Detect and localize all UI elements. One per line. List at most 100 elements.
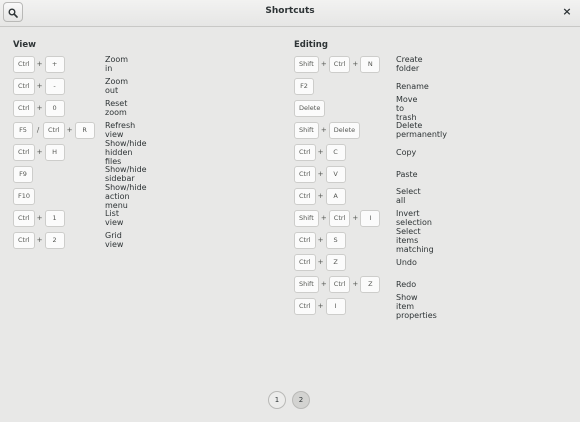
shortcut-keys: Ctrl + - <box>13 77 65 95</box>
shortcut-label: Create folder <box>396 55 423 73</box>
shortcut-row: Ctrl + C Copy <box>294 141 416 163</box>
key-separator: + <box>36 82 43 90</box>
shortcut-keys: Delete <box>294 99 326 117</box>
page-button[interactable]: 1 <box>268 391 286 409</box>
shortcut-label: Select items matching <box>396 226 434 254</box>
key-separator: + <box>320 214 327 222</box>
keycap: 1 <box>44 209 65 227</box>
key-separator: + <box>36 214 43 222</box>
key-separator: + <box>320 126 327 134</box>
shortcut-keys: F9 <box>13 165 33 183</box>
key-separator: + <box>317 236 324 244</box>
shortcut-keys: F2 <box>294 77 314 95</box>
keycap: - <box>44 77 65 95</box>
header-bar: Shortcuts × <box>0 0 580 27</box>
shortcut-keys: Ctrl + C <box>294 143 346 161</box>
keycap: Ctrl <box>294 143 316 161</box>
keycap: F9 <box>13 165 33 183</box>
keycap: Ctrl <box>294 253 316 271</box>
key-separator: + <box>36 60 43 68</box>
keycap: 0 <box>44 99 65 117</box>
shortcut-keys: Shift + Ctrl + N <box>294 55 381 73</box>
keycap: Ctrl <box>13 77 35 95</box>
shortcut-label: Paste <box>396 169 418 179</box>
keycap: Ctrl <box>294 231 316 249</box>
shortcut-keys: Ctrl + Z <box>294 253 346 271</box>
shortcut-keys: Ctrl +2 <box>13 231 65 249</box>
shortcut-keys: Ctrl + V <box>294 165 346 183</box>
key-separator: + <box>317 302 324 310</box>
key-separator: + <box>352 60 359 68</box>
shortcut-keys: Ctrl + A <box>294 187 346 205</box>
shortcut-row: Ctrl + A Select all <box>294 185 421 207</box>
shortcut-row: Ctrl +1 List view <box>13 207 123 229</box>
shortcut-row: Shift + Ctrl + N Create folder <box>294 53 423 75</box>
shortcuts-window: Shortcuts × View Ctrl + + Zoom in Ctrl + - Zoom… <box>0 0 580 422</box>
shortcut-keys: Ctrl +1 <box>13 209 65 227</box>
keycap: N <box>360 55 381 73</box>
shortcut-row: Ctrl + + Zoom in <box>13 53 128 75</box>
shortcut-row: Shift + Ctrl + Z Redo <box>294 273 416 295</box>
shortcut-row: Ctrl + H Show/hide hidden files <box>13 139 147 166</box>
shortcut-label: Show/hide sidebar <box>105 165 147 183</box>
shortcut-label: Reset zoom <box>105 99 128 117</box>
keycap: 2 <box>44 231 65 249</box>
close-button[interactable]: × <box>560 5 574 19</box>
key-separator: + <box>66 126 73 134</box>
keycap: Ctrl <box>13 231 35 249</box>
view-section: View Ctrl + + Zoom in Ctrl + - Zoom out Ctrl +0 Re… <box>13 39 147 251</box>
page-switcher: 12 <box>268 391 310 409</box>
keycap: Ctrl <box>13 99 35 117</box>
shortcut-keys: Ctrl + S <box>294 231 346 249</box>
shortcut-label: Show/hide action menu <box>105 182 147 210</box>
close-icon: × <box>562 5 572 18</box>
shortcut-label: Rename <box>396 81 429 91</box>
shortcut-row: F2 Rename <box>294 75 429 97</box>
shortcut-row: Shift + Delete Delete permanently <box>294 119 447 141</box>
keycap: Ctrl <box>328 55 351 73</box>
shortcut-label: Copy <box>396 147 417 157</box>
keycap: I <box>360 209 381 227</box>
keycap: Z <box>325 253 346 271</box>
key-separator: + <box>317 148 324 156</box>
shortcut-label: Select all <box>396 187 421 205</box>
shortcut-keys: Shift + Ctrl + I <box>294 209 381 227</box>
shortcut-row: Ctrl + I Show item properties <box>294 293 437 320</box>
shortcut-row: Ctrl +0 Reset zoom <box>13 97 127 119</box>
page-button[interactable]: 2 <box>292 391 310 409</box>
keycap: A <box>325 187 346 205</box>
shortcut-row: Ctrl +2 Grid view <box>13 229 123 251</box>
keycap: Z <box>360 275 381 293</box>
keycap: Delete <box>328 121 361 139</box>
section-title-view: View <box>13 40 36 50</box>
shortcut-keys: F10 <box>13 187 36 205</box>
key-separator: + <box>320 60 327 68</box>
shortcut-row: Shift + Ctrl + I Invert selection <box>294 207 432 229</box>
keycap: F2 <box>294 77 314 95</box>
window-title: Shortcuts <box>265 6 315 16</box>
key-separator: + <box>352 280 359 288</box>
key-separator: + <box>36 104 43 112</box>
key-separator: + <box>36 148 43 156</box>
keycap: Ctrl <box>328 275 351 293</box>
shortcut-keys: Ctrl +0 <box>13 99 65 117</box>
keycap: + <box>44 55 65 73</box>
key-separator: + <box>317 192 324 200</box>
key-separator: + <box>317 258 324 266</box>
shortcut-label: Refresh view <box>105 121 136 139</box>
shortcut-keys: F5/Ctrl + R <box>13 121 95 139</box>
keycap: Ctrl <box>13 143 35 161</box>
keycap: F10 <box>13 187 36 205</box>
shortcut-label: Move to trash <box>396 94 418 122</box>
shortcut-label: Zoom out <box>105 77 129 95</box>
shortcut-row: Ctrl + V Paste <box>294 163 418 185</box>
keycap: C <box>325 143 346 161</box>
shortcut-label: Redo <box>396 279 417 289</box>
keycap: V <box>325 165 346 183</box>
section-title-editing: Editing <box>294 40 328 50</box>
shortcut-row: F5/Ctrl + R Refresh view <box>13 119 135 141</box>
shortcut-label: Zoom in <box>105 55 129 73</box>
keycap: Shift <box>294 55 319 73</box>
shortcut-row: Ctrl + S Select items matching <box>294 227 434 254</box>
editing-section: Editing Shift + Ctrl + N Create folder F2 Renam… <box>294 39 447 320</box>
